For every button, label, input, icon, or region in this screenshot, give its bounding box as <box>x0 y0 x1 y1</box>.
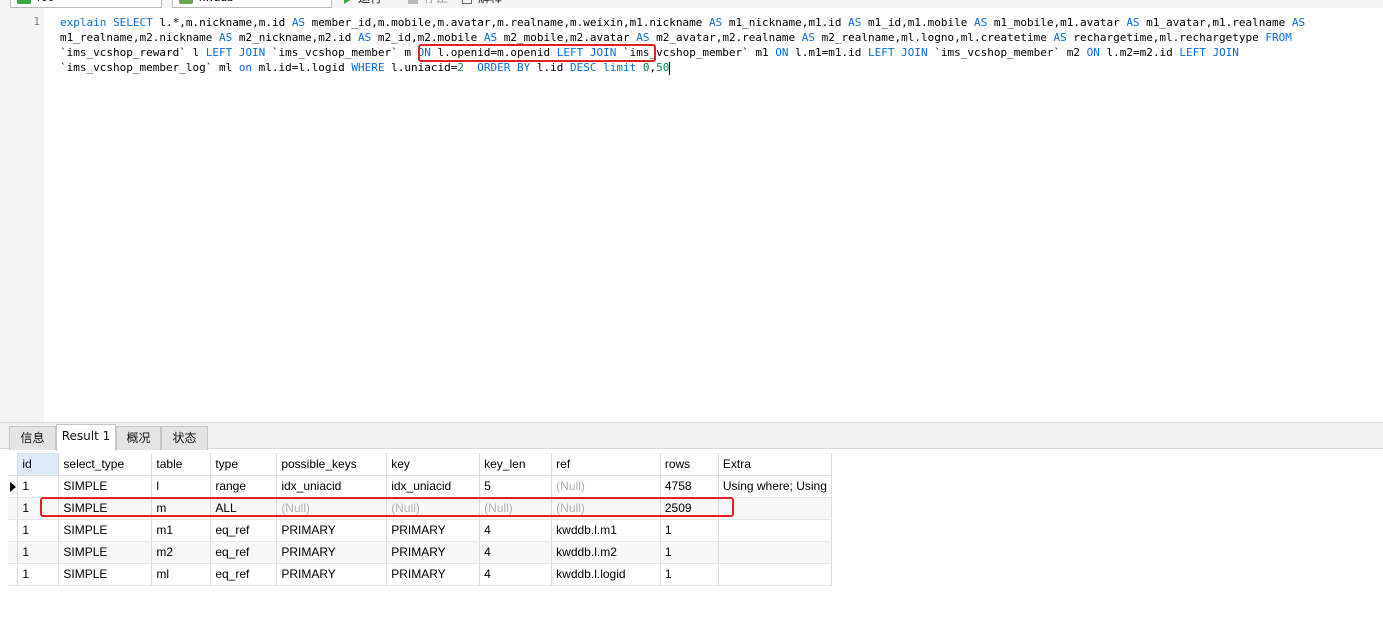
cell-id[interactable]: 1 <box>17 519 60 542</box>
cell-rows[interactable]: 1 <box>660 541 719 564</box>
cell-key[interactable]: PRIMARY <box>386 563 481 586</box>
cell-type[interactable]: eq_ref <box>210 563 278 586</box>
cell-key-len[interactable]: 5 <box>479 475 553 498</box>
cell-possible-keys[interactable]: PRIMARY <box>276 541 388 564</box>
cell-extra[interactable] <box>718 519 833 542</box>
cell-possible-keys[interactable]: idx_uniacid <box>276 475 388 498</box>
cell-type[interactable]: eq_ref <box>210 519 278 542</box>
cell-select-type[interactable]: SIMPLE <box>58 519 153 542</box>
annotation-box-join <box>418 44 656 62</box>
column-header-rows[interactable]: rows <box>660 453 719 476</box>
cell-type[interactable]: range <box>210 475 278 498</box>
cell-extra[interactable] <box>718 541 833 564</box>
cell-id[interactable]: 1 <box>17 563 60 586</box>
cell-extra[interactable] <box>718 497 833 520</box>
sql-code[interactable]: explain SELECT l.*,m.nickname,m.id AS me… <box>60 15 1380 75</box>
cell-extra[interactable] <box>718 563 833 586</box>
tab-result-1[interactable]: Result 1 <box>56 424 116 451</box>
column-header-extra[interactable]: Extra <box>718 453 833 476</box>
table-row[interactable]: 1 SIMPLE l range idx_uniacid idx_uniacid… <box>8 475 833 498</box>
chevron-down-icon: ▼ <box>319 0 327 7</box>
line-number: 1 <box>33 15 40 28</box>
column-header-table[interactable]: table <box>151 453 212 476</box>
cell-possible-keys[interactable]: PRIMARY <box>276 563 388 586</box>
header-row: id select_type table type possible_keys … <box>8 453 833 476</box>
sql-editor[interactable]: 1 explain SELECT l.*,m.nickname,m.id AS … <box>0 8 1383 422</box>
database-combo[interactable]: kwddb ▼ <box>172 0 332 8</box>
column-header-key-len[interactable]: key_len <box>479 453 553 476</box>
cell-key-len[interactable]: 4 <box>479 541 553 564</box>
column-header-ref[interactable]: ref <box>551 453 661 476</box>
cell-key[interactable]: idx_uniacid <box>386 475 481 498</box>
cell-ref[interactable]: kwddb.l.logid <box>551 563 661 586</box>
cell-select-type[interactable]: SIMPLE <box>58 475 153 498</box>
cell-rows[interactable]: 1 <box>660 519 719 542</box>
connection-icon <box>17 0 31 4</box>
cell-key-len[interactable]: 4 <box>479 519 553 542</box>
database-icon <box>179 0 193 4</box>
cell-key[interactable]: PRIMARY <box>386 541 481 564</box>
cell-id[interactable]: 1 <box>17 475 60 498</box>
chevron-down-icon: ▼ <box>149 0 157 7</box>
result-tabbar: 信息 Result 1 概况 状态 <box>0 422 1383 451</box>
cell-ref[interactable]: (Null) <box>551 475 661 498</box>
explain-button[interactable]: 解释 <box>462 0 502 8</box>
tab-status[interactable]: 状态 <box>161 426 208 450</box>
cell-table[interactable]: l <box>151 475 212 498</box>
stop-button[interactable]: 停止 <box>408 0 448 8</box>
explain-icon <box>462 0 472 4</box>
row-marker <box>8 519 19 542</box>
current-row-icon <box>8 475 19 498</box>
tab-profile[interactable]: 概况 <box>116 426 161 450</box>
stop-icon <box>408 0 418 4</box>
cell-key-len[interactable]: 4 <box>479 563 553 586</box>
cell-table[interactable]: ml <box>151 563 212 586</box>
result-grid[interactable]: id select_type table type possible_keys … <box>8 453 833 586</box>
column-header-possible-keys[interactable]: possible_keys <box>276 453 388 476</box>
row-marker <box>8 563 19 586</box>
table-row[interactable]: 1 SIMPLE m2 eq_ref PRIMARY PRIMARY 4 kwd… <box>8 541 833 564</box>
connection-combo[interactable]: r00 ▼ <box>10 0 162 8</box>
cell-extra[interactable]: Using where; Using <box>718 475 833 498</box>
cell-select-type[interactable]: SIMPLE <box>58 563 153 586</box>
row-marker <box>8 497 19 520</box>
cell-rows[interactable]: 4758 <box>660 475 719 498</box>
table-row[interactable]: 1 SIMPLE m1 eq_ref PRIMARY PRIMARY 4 kwd… <box>8 519 833 542</box>
row-marker-header <box>8 453 19 476</box>
column-header-id[interactable]: id <box>17 453 60 476</box>
annotation-box-row <box>40 497 734 517</box>
cell-table[interactable]: m1 <box>151 519 212 542</box>
toolbar: r00 ▼ kwddb ▼ 运行 停止 解释 <box>0 0 1383 8</box>
cell-rows[interactable]: 1 <box>660 563 719 586</box>
cell-type[interactable]: eq_ref <box>210 541 278 564</box>
cell-ref[interactable]: kwddb.l.m1 <box>551 519 661 542</box>
text-caret <box>669 61 671 75</box>
column-header-select-type[interactable]: select_type <box>58 453 153 476</box>
column-header-key[interactable]: key <box>386 453 481 476</box>
line-gutter: 1 <box>0 8 44 422</box>
cell-key[interactable]: PRIMARY <box>386 519 481 542</box>
column-header-type[interactable]: type <box>210 453 278 476</box>
row-marker <box>8 541 19 564</box>
cell-select-type[interactable]: SIMPLE <box>58 541 153 564</box>
tab-info[interactable]: 信息 <box>9 426 56 450</box>
cell-table[interactable]: m2 <box>151 541 212 564</box>
play-icon <box>344 0 352 4</box>
table-row[interactable]: 1 SIMPLE ml eq_ref PRIMARY PRIMARY 4 kwd… <box>8 563 833 586</box>
cell-id[interactable]: 1 <box>17 541 60 564</box>
run-button[interactable]: 运行 <box>344 0 382 8</box>
cell-possible-keys[interactable]: PRIMARY <box>276 519 388 542</box>
cell-ref[interactable]: kwddb.l.m2 <box>551 541 661 564</box>
